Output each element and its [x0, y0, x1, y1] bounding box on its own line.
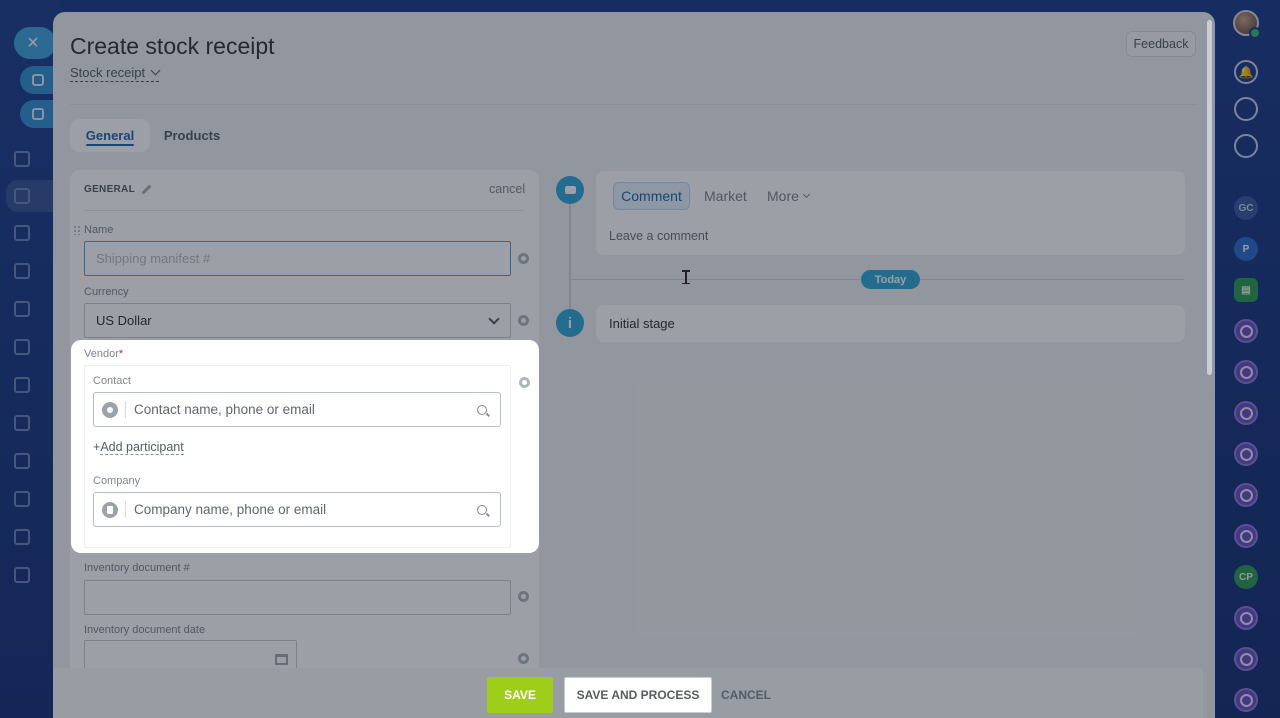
vendor-label: Vendor*	[84, 348, 124, 360]
company-search-input[interactable]: Company name, phone or email	[93, 492, 501, 527]
search-icon[interactable]	[477, 504, 487, 515]
required-mark: *	[118, 348, 124, 360]
divider	[125, 501, 126, 518]
divider	[125, 401, 126, 418]
text-cursor-icon	[682, 270, 690, 284]
add-participant-link[interactable]: +Add participant	[93, 440, 184, 455]
company-label: Company	[93, 475, 141, 487]
gear-icon[interactable]	[519, 377, 530, 388]
save-button[interactable]: SAVE	[487, 677, 553, 713]
save-and-process-button[interactable]: SAVE AND PROCESS	[564, 677, 712, 713]
search-icon[interactable]	[477, 404, 487, 415]
contact-label: Contact	[93, 375, 131, 387]
vendor-section: Vendor* Contact Contact name, phone or e…	[71, 340, 539, 553]
contact-search-input[interactable]: Contact name, phone or email	[93, 392, 501, 427]
company-placeholder: Company name, phone or email	[134, 502, 327, 517]
contact-placeholder: Contact name, phone or email	[134, 402, 315, 417]
scrollbar[interactable]	[1207, 20, 1212, 375]
building-icon	[102, 501, 118, 518]
cancel-button[interactable]: CANCEL	[721, 677, 771, 713]
user-icon	[102, 401, 118, 418]
